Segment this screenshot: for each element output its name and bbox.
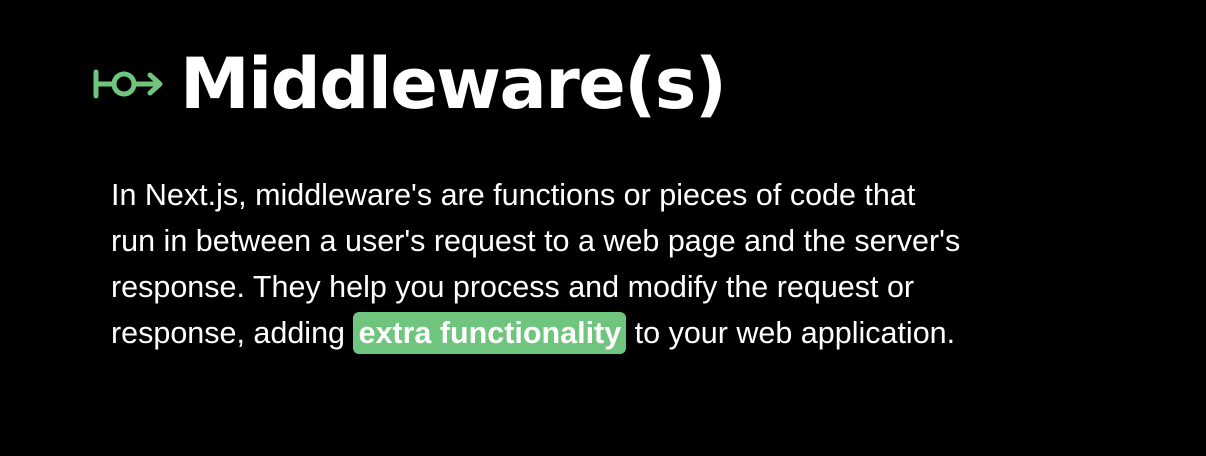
highlighted-phrase: extra functionality: [353, 312, 627, 354]
page-title: Middleware(s): [180, 43, 727, 125]
title-row: Middleware(s): [92, 36, 727, 132]
body-paragraph: In Next.js, middleware's are functions o…: [111, 172, 1041, 356]
body-line: In Next.js, middleware's are functions o…: [111, 178, 916, 212]
git-commit-arrow-icon: [92, 64, 168, 104]
slide: Middleware(s) In Next.js, middleware's a…: [0, 0, 1206, 456]
body-text-before-highlight: response, adding: [111, 316, 354, 350]
body-line: response. They help you process and modi…: [111, 270, 915, 304]
body-text-after-highlight: to your web application.: [626, 316, 956, 350]
body-line-last: response, adding extra functionality to …: [111, 310, 1041, 356]
body-line: run in between a user's request to a web…: [111, 224, 961, 258]
